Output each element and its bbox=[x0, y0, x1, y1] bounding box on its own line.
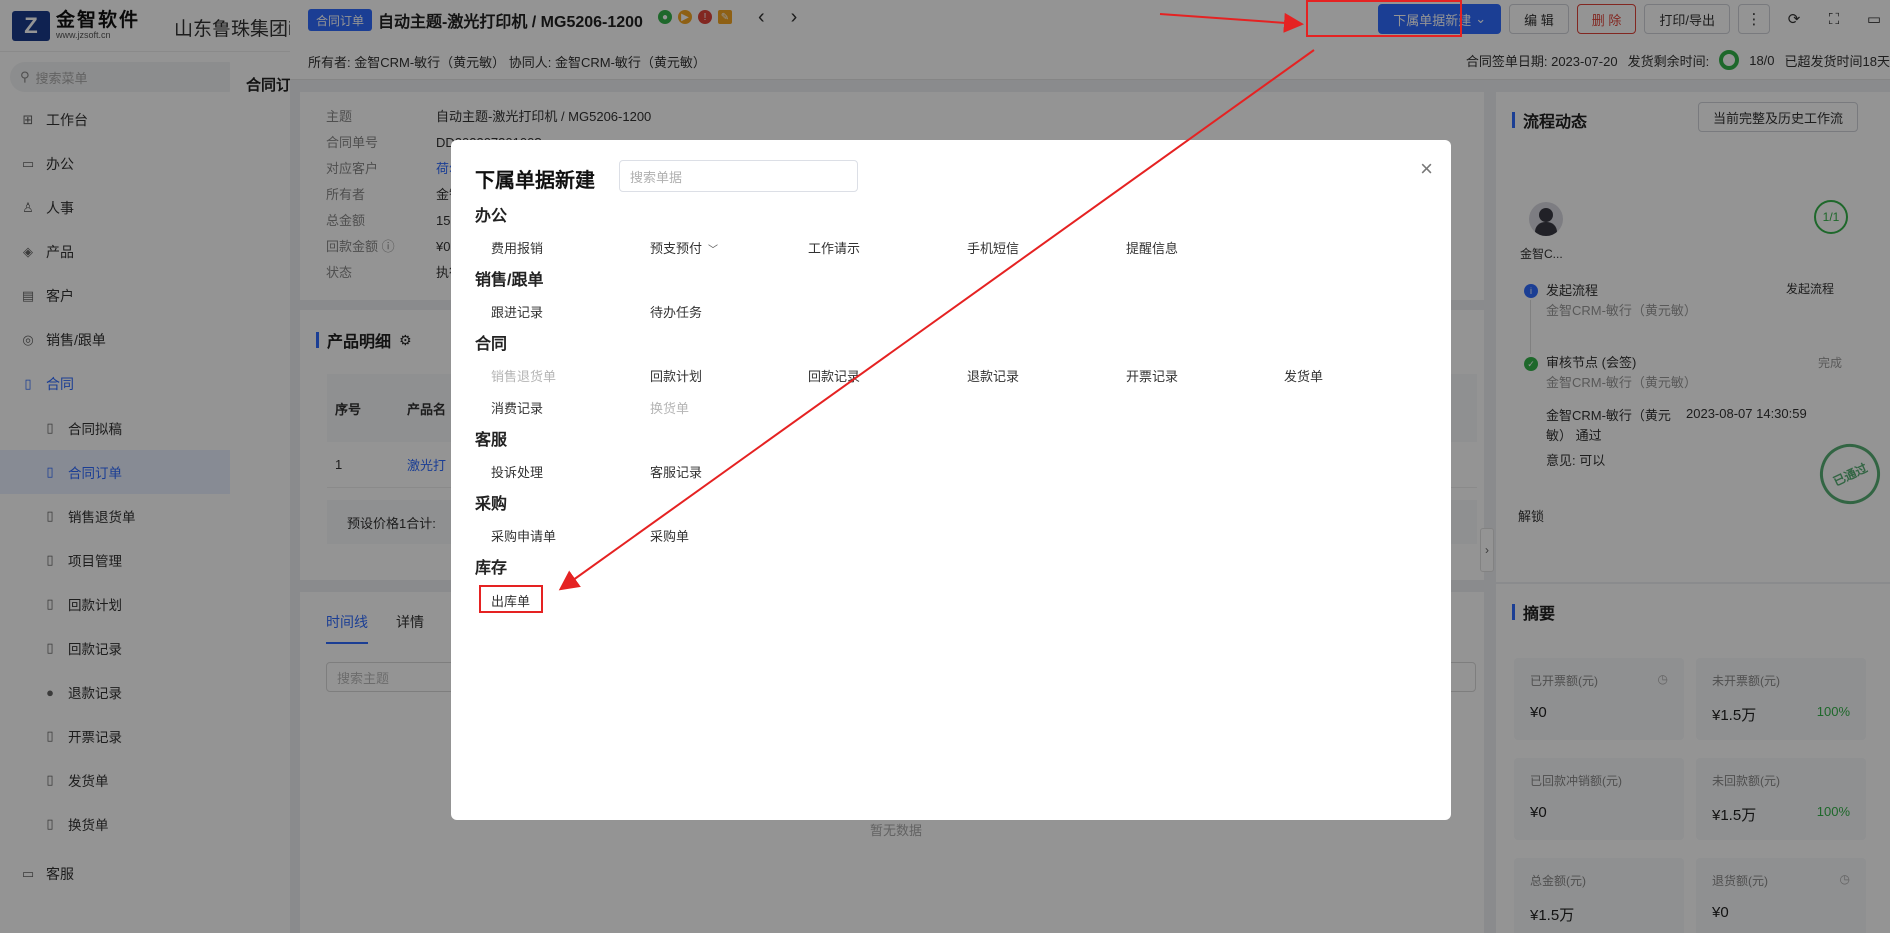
category-inventory: 库存 bbox=[475, 560, 508, 577]
category-sales: 销售/跟单 bbox=[475, 272, 544, 289]
item-reminder[interactable]: 提醒信息 bbox=[1126, 238, 1178, 257]
highlight-box-outbound bbox=[479, 585, 543, 613]
item-sms[interactable]: 手机短信 bbox=[967, 238, 1019, 257]
item-todo[interactable]: 待办任务 bbox=[650, 302, 702, 321]
category-contract: 合同 bbox=[475, 336, 508, 353]
item-advance[interactable]: 预支预付 ﹀ bbox=[650, 238, 718, 257]
chevron-down-icon[interactable]: ﹀ bbox=[708, 245, 718, 256]
item-exchange: 换货单 bbox=[650, 401, 690, 416]
category-office: 办公 bbox=[475, 208, 508, 225]
modal-title: 下属单据新建 bbox=[475, 170, 595, 192]
item-advance-label: 预支预付 bbox=[650, 241, 703, 256]
item-consumption[interactable]: 消费记录 bbox=[491, 398, 543, 417]
category-service: 客服 bbox=[475, 432, 508, 449]
document-search-placeholder: 搜索单据 bbox=[630, 169, 683, 185]
sub-document-create-modal: 下属单据新建 搜索单据 × 办公 费用报销 预支预付 ﹀ 工作请示 手机短信 提醒… bbox=[451, 140, 1451, 820]
app-root: Z 金智软件 www.jzsoft.cn 山东鲁珠集团i ⚲ 搜索菜单 + ⊞工… bbox=[0, 0, 1890, 933]
item-followup[interactable]: 跟进记录 bbox=[491, 302, 543, 321]
document-search-input[interactable]: 搜索单据 bbox=[619, 160, 858, 192]
item-purchase-order[interactable]: 采购单 bbox=[650, 526, 689, 545]
item-service-record[interactable]: 客服记录 bbox=[650, 462, 702, 481]
item-payment-plan[interactable]: 回款计划 bbox=[650, 366, 702, 385]
close-icon[interactable]: × bbox=[1420, 156, 1433, 182]
highlight-box-sub-create bbox=[1306, 0, 1462, 37]
item-purchase-request[interactable]: 采购申请单 bbox=[491, 526, 556, 545]
item-delivery[interactable]: 发货单 bbox=[1284, 366, 1323, 385]
item-work-request[interactable]: 工作请示 bbox=[808, 238, 860, 257]
category-purchase: 采购 bbox=[475, 496, 508, 513]
item-invoice-record[interactable]: 开票记录 bbox=[1126, 366, 1178, 385]
item-complaint[interactable]: 投诉处理 bbox=[491, 462, 543, 481]
item-sales-return: 销售退货单 bbox=[491, 369, 557, 384]
item-expense[interactable]: 费用报销 bbox=[491, 238, 543, 257]
item-refund-record[interactable]: 退款记录 bbox=[967, 366, 1019, 385]
item-payment-record[interactable]: 回款记录 bbox=[808, 366, 860, 385]
